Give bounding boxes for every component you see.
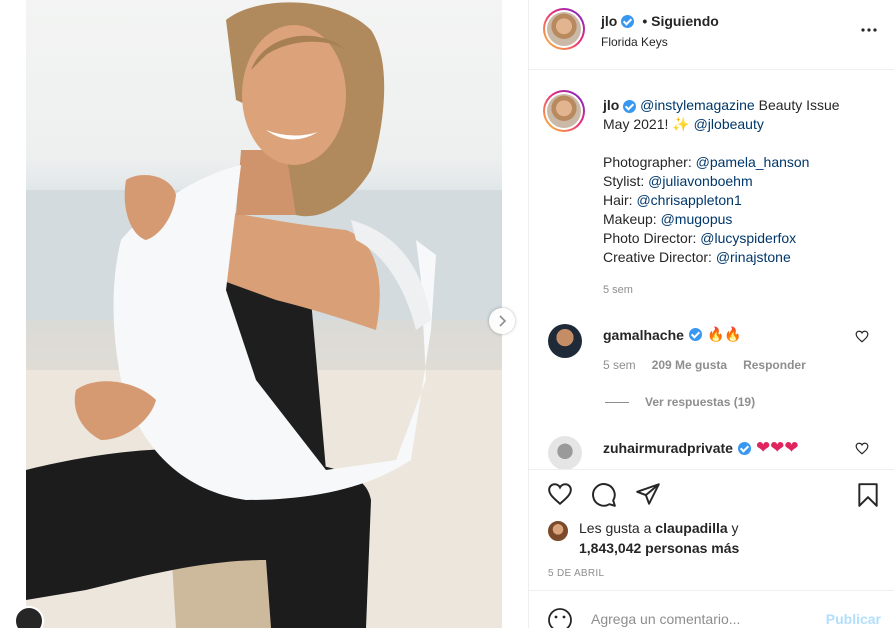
post-location[interactable]: Florida Keys — [601, 35, 668, 49]
comment-bubble-icon — [592, 483, 616, 507]
mention-link[interactable]: @mugopus — [661, 211, 733, 227]
credit-line: Photographer: @pamela_hanson — [603, 154, 810, 170]
more-horizontal-icon — [861, 28, 877, 32]
comment-text: ❤❤❤ — [755, 438, 799, 457]
heart-outline-icon — [855, 442, 869, 455]
view-replies-button[interactable]: Ver respuestas (19) — [605, 395, 755, 409]
follow-status[interactable]: • Siguiendo — [642, 13, 718, 29]
credit-line: Makeup: @mugopus — [603, 211, 733, 227]
smiley-icon — [548, 608, 572, 628]
verified-badge-icon — [737, 441, 751, 455]
save-button[interactable] — [856, 482, 880, 513]
commenter-avatar[interactable] — [548, 324, 582, 358]
comment-button[interactable] — [591, 482, 617, 513]
comment-timestamp: 5 sem — [603, 358, 636, 372]
add-comment-bar: Publicar — [529, 590, 894, 628]
credit-line: Photo Director: @lucyspiderfox — [603, 230, 797, 246]
author-avatar[interactable] — [543, 8, 585, 50]
credit-line: Stylist: @juliavonboehm — [603, 173, 753, 189]
caption-username[interactable]: jlo — [603, 97, 619, 113]
author-line: jlo • Siguiendo — [601, 13, 719, 29]
post-header: jlo • Siguiendo Florida Keys — [529, 0, 894, 70]
credit-line: Creative Director: @rinajstone — [603, 249, 791, 265]
mention-link[interactable]: @jlobeauty — [694, 116, 764, 132]
comment-likes-count[interactable]: 209 Me gusta — [652, 358, 727, 372]
reply-button[interactable]: Responder — [743, 358, 806, 372]
tagged-user-avatar[interactable] — [14, 606, 44, 628]
caption-timestamp: 5 sem — [603, 284, 633, 296]
likes-connector: y — [727, 520, 739, 536]
comment-text: 🔥🔥 — [706, 326, 742, 342]
author-username[interactable]: jlo — [601, 13, 617, 29]
post-photo[interactable] — [26, 0, 502, 628]
mention-link[interactable]: @chrisappleton1 — [636, 192, 741, 208]
comment-like-button[interactable] — [855, 330, 869, 348]
mention-link[interactable]: @instylemagazine — [640, 97, 755, 113]
post-date: 5 DE ABRIL — [548, 568, 605, 579]
verified-badge-icon — [621, 14, 635, 28]
likes-count[interactable]: 1,843,042 personas más — [579, 540, 739, 556]
commenter-avatar[interactable] — [548, 436, 582, 470]
caption-text: jlo @instylemagazine Beauty Issue May 20… — [603, 96, 873, 267]
emoji-button[interactable] — [547, 607, 573, 628]
credit-line: Hair: @chrisappleton1 — [603, 192, 742, 208]
likes-prefix: Les gusta a — [579, 520, 656, 536]
like-button[interactable] — [547, 482, 573, 511]
heart-outline-icon — [855, 330, 869, 343]
liker-username[interactable]: claupadilla — [655, 520, 727, 536]
caption-author-avatar[interactable] — [543, 90, 585, 132]
more-options-button[interactable] — [859, 20, 879, 40]
photo-pane — [0, 0, 528, 628]
paper-plane-icon — [636, 483, 660, 505]
mention-link[interactable]: @juliavonboehm — [648, 173, 753, 189]
mention-link[interactable]: @lucyspiderfox — [700, 230, 796, 246]
chevron-right-icon — [499, 315, 507, 327]
heart-outline-icon — [548, 483, 572, 506]
comment-input[interactable] — [591, 611, 811, 627]
post-details-panel: jlo • Siguiendo Florida Keys jlo @instyl… — [528, 0, 894, 628]
share-button[interactable] — [635, 482, 661, 511]
liker-avatar[interactable] — [547, 520, 569, 542]
commenter-username[interactable]: zuhairmuradprivate — [603, 440, 733, 456]
commenter-username[interactable]: gamalhache — [603, 327, 684, 343]
verified-badge-icon — [623, 99, 637, 113]
comment-like-button[interactable] — [855, 442, 869, 460]
bookmark-icon — [858, 483, 878, 507]
mention-link[interactable]: @rinajstone — [716, 249, 791, 265]
caption-fragment: Beauty Issue — [754, 97, 840, 113]
verified-badge-icon — [688, 328, 702, 341]
next-photo-button[interactable] — [489, 308, 515, 334]
publish-button[interactable]: Publicar — [826, 611, 881, 627]
mention-link[interactable]: @pamela_hanson — [696, 154, 810, 170]
caption-fragment: May 2021! ✨ — [603, 116, 694, 132]
